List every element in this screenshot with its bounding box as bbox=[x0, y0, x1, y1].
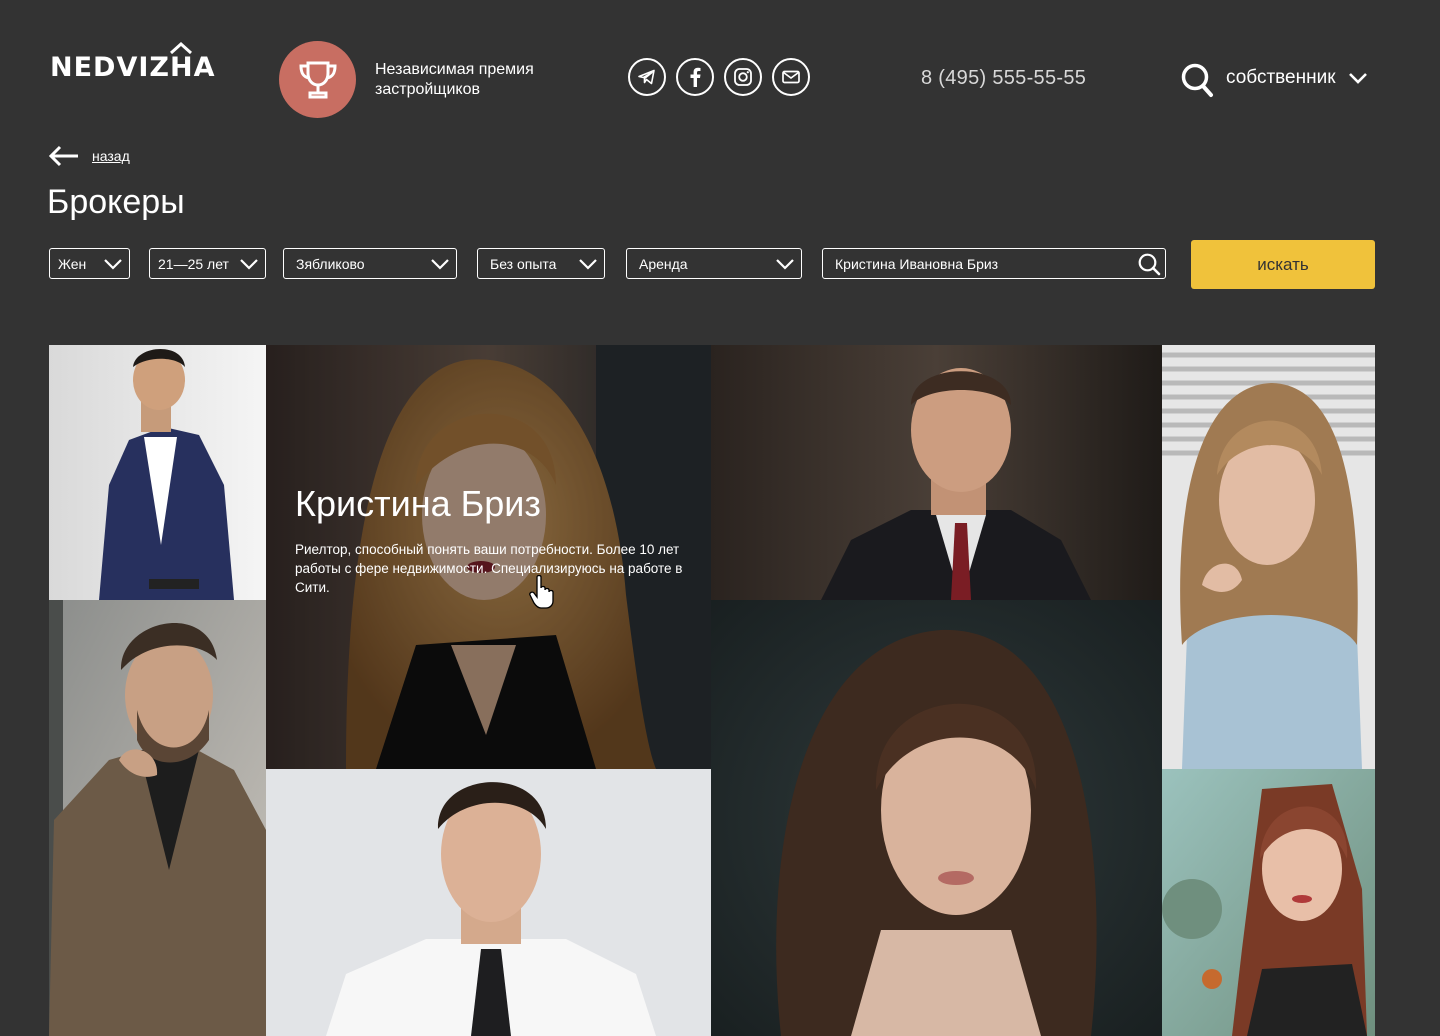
deal-type-filter-value: Аренда bbox=[639, 255, 688, 272]
broker-card[interactable] bbox=[49, 600, 266, 1036]
back-label: назад bbox=[92, 148, 130, 164]
award-badge[interactable] bbox=[279, 41, 356, 118]
search-button[interactable]: искать bbox=[1191, 240, 1375, 289]
experience-filter[interactable]: Без опыта bbox=[477, 248, 605, 279]
featured-broker-description: Риелтор, способный понять ваши потребнос… bbox=[295, 542, 683, 595]
age-filter-value: 21—25 лет bbox=[158, 255, 229, 272]
name-search-field[interactable] bbox=[822, 248, 1166, 279]
broker-card[interactable] bbox=[711, 345, 1162, 600]
page-title: Брокеры bbox=[47, 183, 185, 221]
role-dropdown[interactable]: собственник bbox=[1226, 67, 1368, 89]
phone-number[interactable]: 8 (495) 555-55-55 bbox=[921, 67, 1086, 90]
featured-broker-name[interactable]: Кристина Бриз bbox=[295, 483, 541, 525]
broker-card[interactable] bbox=[711, 600, 1162, 1036]
broker-photo bbox=[1162, 345, 1375, 769]
facebook-icon[interactable] bbox=[676, 58, 714, 96]
district-filter[interactable]: Зябликово bbox=[283, 248, 457, 279]
broker-photo bbox=[1162, 769, 1375, 1036]
broker-photo bbox=[49, 345, 266, 600]
gender-filter-value: Жен bbox=[58, 255, 87, 272]
chevron-down-icon bbox=[776, 258, 794, 270]
chevron-down-icon bbox=[104, 258, 122, 270]
featured-broker-card[interactable]: Кристина Бриз Риелтор, способный понять … bbox=[266, 345, 711, 769]
broker-photo bbox=[711, 345, 1162, 600]
chevron-down-icon bbox=[240, 258, 258, 270]
chevron-down-icon bbox=[431, 258, 449, 270]
award-title[interactable]: Независимая премия застройщиков bbox=[375, 60, 575, 100]
chevron-down-icon bbox=[579, 258, 597, 270]
broker-card[interactable] bbox=[49, 345, 266, 600]
search-icon[interactable] bbox=[1137, 252, 1161, 276]
broker-card[interactable] bbox=[266, 769, 711, 1036]
name-search-input[interactable] bbox=[835, 255, 1135, 272]
broker-card[interactable] bbox=[1162, 345, 1375, 769]
roof-icon bbox=[170, 42, 192, 54]
gender-filter[interactable]: Жен bbox=[49, 248, 130, 279]
broker-photo bbox=[266, 769, 711, 1036]
district-filter-value: Зябликово bbox=[296, 255, 365, 272]
site-logo[interactable]: NEDVIZHA bbox=[50, 42, 215, 83]
deal-type-filter[interactable]: Аренда bbox=[626, 248, 802, 279]
back-link[interactable]: назад bbox=[48, 145, 130, 167]
broker-card[interactable] bbox=[1162, 769, 1375, 1036]
arrow-left-icon bbox=[48, 145, 78, 167]
search-icon[interactable] bbox=[1180, 62, 1214, 98]
mail-icon[interactable] bbox=[772, 58, 810, 96]
broker-photo bbox=[49, 600, 266, 1036]
broker-photo bbox=[711, 600, 1162, 1036]
instagram-icon[interactable] bbox=[724, 58, 762, 96]
age-filter[interactable]: 21—25 лет bbox=[149, 248, 266, 279]
experience-filter-value: Без опыта bbox=[490, 255, 557, 272]
telegram-icon[interactable] bbox=[628, 58, 666, 96]
chevron-down-icon bbox=[1348, 73, 1367, 84]
trophy-icon bbox=[298, 61, 337, 98]
role-label: собственник bbox=[1226, 67, 1336, 88]
social-links bbox=[628, 58, 810, 96]
hand-cursor-icon bbox=[529, 575, 554, 609]
